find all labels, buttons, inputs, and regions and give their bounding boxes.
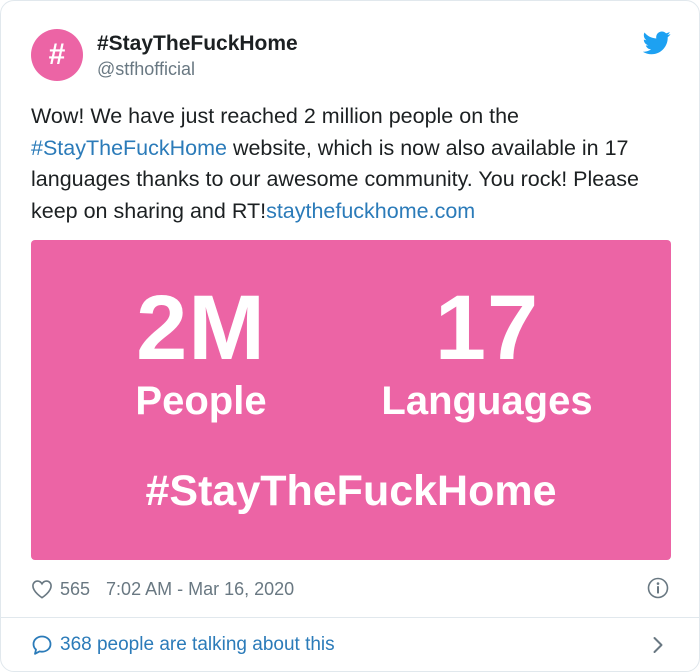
tweet-meta: 565 7:02 AM - Mar 16, 2020 bbox=[31, 577, 294, 601]
avatar-glyph: # bbox=[48, 38, 66, 71]
account-handle[interactable]: @stfhofficial bbox=[97, 59, 195, 80]
tweet-text-part1: Wow! We have just reached 2 million peop… bbox=[31, 104, 520, 128]
conversation-label: 368 people are talking about this bbox=[60, 634, 335, 655]
info-icon[interactable] bbox=[647, 577, 669, 599]
stat-people-label: People bbox=[135, 379, 267, 423]
website-link[interactable]: staythefuckhome.com bbox=[266, 199, 475, 223]
avatar[interactable]: # bbox=[31, 29, 83, 81]
divider bbox=[1, 617, 699, 618]
hashtag-link[interactable]: #StayTheFuckHome bbox=[31, 136, 227, 160]
stat-people: 2M People bbox=[51, 278, 351, 422]
like-count[interactable]: 565 bbox=[60, 579, 90, 600]
tweet-media-image[interactable]: 2M People 17 Languages #StayTheFuckHome bbox=[31, 240, 671, 560]
heart-icon[interactable] bbox=[31, 579, 53, 599]
stat-people-value: 2M bbox=[136, 277, 266, 379]
twitter-bird-icon[interactable] bbox=[643, 31, 671, 55]
media-hashtag: #StayTheFuckHome bbox=[145, 467, 557, 515]
conversation-link[interactable]: 368 people are talking about this bbox=[31, 633, 335, 657]
tweet-text: Wow! We have just reached 2 million peop… bbox=[31, 101, 671, 227]
timestamp[interactable]: 7:02 AM - Mar 16, 2020 bbox=[106, 579, 294, 600]
stat-languages-value: 17 bbox=[434, 277, 540, 379]
stat-languages-label: Languages bbox=[381, 379, 593, 423]
stat-languages: 17 Languages bbox=[337, 278, 637, 422]
tweet-card: # #StayTheFuckHome @stfhofficial Wow! We… bbox=[0, 0, 700, 672]
chevron-right-icon[interactable] bbox=[651, 635, 665, 655]
speech-bubble-icon bbox=[32, 635, 52, 655]
account-name[interactable]: #StayTheFuckHome bbox=[97, 32, 298, 56]
